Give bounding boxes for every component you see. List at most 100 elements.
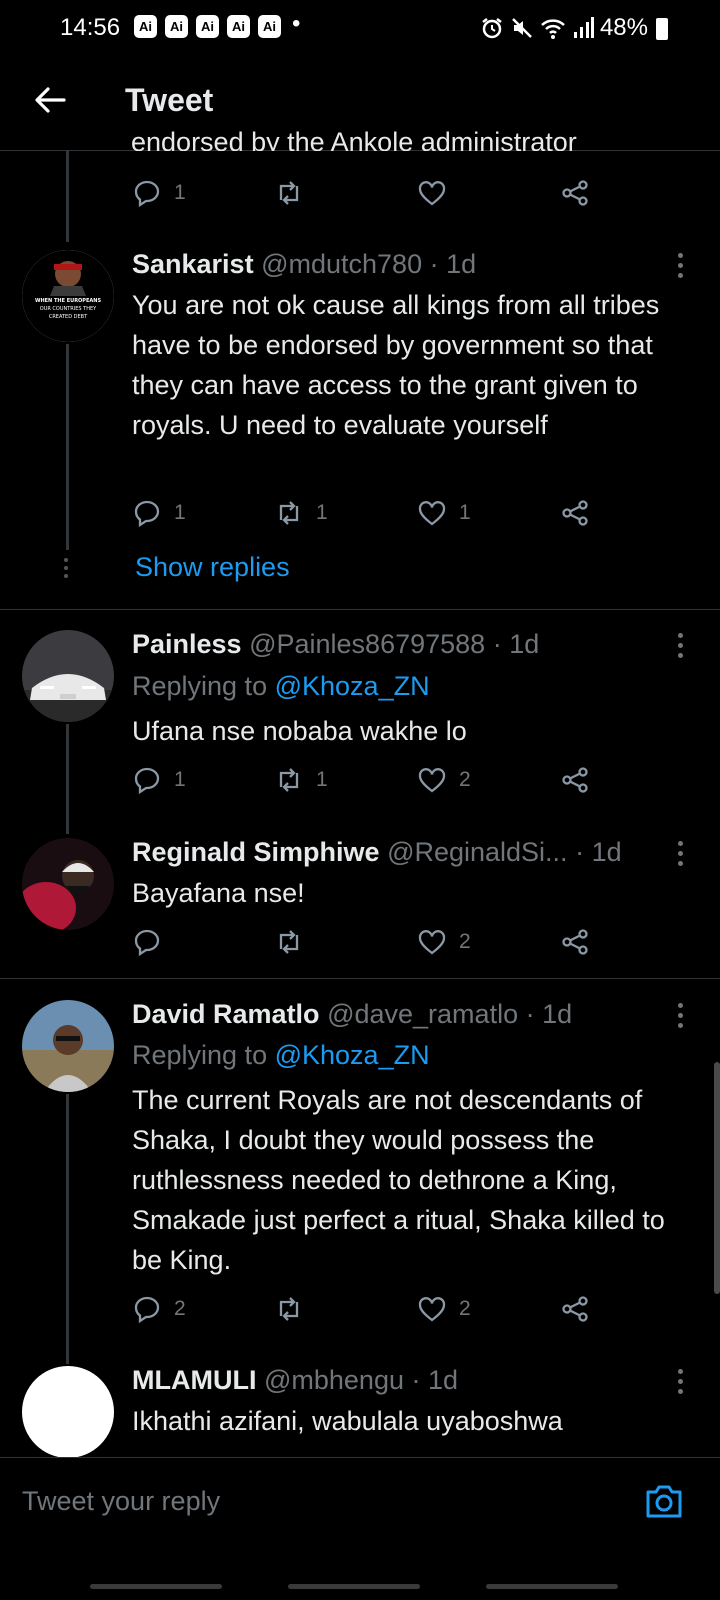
share-icon bbox=[562, 767, 588, 793]
avatar[interactable] bbox=[22, 838, 114, 930]
battery-icon bbox=[656, 18, 668, 40]
replying-to: Replying to @Khoza_ZN bbox=[132, 671, 430, 702]
retweet-button[interactable] bbox=[274, 178, 304, 208]
share-button[interactable] bbox=[560, 498, 590, 528]
retweet-button[interactable] bbox=[274, 1294, 304, 1324]
retweet-button[interactable] bbox=[274, 927, 304, 957]
divider bbox=[0, 978, 720, 979]
ai-badges: Ai Ai Ai Ai Ai bbox=[134, 15, 281, 38]
author-name[interactable]: Painless bbox=[132, 629, 242, 659]
author-name[interactable]: David Ramatlo bbox=[132, 999, 320, 1029]
share-button[interactable] bbox=[560, 765, 590, 795]
like-icon bbox=[418, 768, 446, 793]
tweet-time: · 1d bbox=[575, 837, 622, 867]
share-icon bbox=[562, 929, 588, 955]
reply-input[interactable]: Tweet your reply bbox=[22, 1486, 220, 1517]
author-handle[interactable]: @dave_ramatlo bbox=[327, 999, 518, 1029]
reply-icon bbox=[134, 767, 160, 795]
ai-badge: Ai bbox=[134, 15, 157, 38]
reply-count: 2 bbox=[174, 1297, 186, 1320]
show-replies-link[interactable]: Show replies bbox=[135, 552, 290, 583]
reply-button[interactable]: 1 bbox=[132, 765, 186, 795]
reply-count: 1 bbox=[174, 181, 186, 204]
tweet-text: You are not ok cause all kings from all … bbox=[132, 290, 660, 440]
status-icons: 48% bbox=[480, 14, 648, 42]
author-handle[interactable]: @Painles86797588 bbox=[249, 629, 485, 659]
like-button[interactable]: 2 bbox=[417, 765, 471, 795]
avatar-image bbox=[22, 1000, 114, 1092]
tweet-text: Ufana nse nobaba wakhe lo bbox=[132, 716, 467, 746]
ai-badge: Ai bbox=[258, 15, 281, 38]
like-count: 2 bbox=[459, 1297, 471, 1320]
tweet-text: Bayafana nse! bbox=[132, 878, 305, 908]
back-arrow-icon[interactable] bbox=[32, 82, 68, 118]
reply-button[interactable]: 1 bbox=[132, 498, 186, 528]
more-icon[interactable] bbox=[678, 1369, 684, 1399]
retweet-button[interactable]: 1 bbox=[274, 765, 328, 795]
like-button[interactable] bbox=[417, 178, 447, 208]
reply-button[interactable]: 1 bbox=[132, 178, 186, 208]
avatar-image bbox=[22, 630, 114, 722]
scrollbar[interactable] bbox=[714, 1062, 720, 1294]
avatar-image: WHEN THE EUROPEANS OUR COUNTRIES THEY CR… bbox=[22, 250, 114, 342]
author-name[interactable]: Sankarist bbox=[132, 249, 254, 279]
reply-button[interactable] bbox=[132, 927, 162, 957]
status-bar: 14:56 Ai Ai Ai Ai Ai • 48% bbox=[0, 0, 720, 56]
author-handle[interactable]: @mbhengu bbox=[264, 1365, 404, 1395]
avatar-caption: WHEN THE EUROPEANS bbox=[35, 298, 102, 304]
more-icon[interactable] bbox=[678, 633, 684, 663]
replying-to-label: Replying to bbox=[132, 671, 268, 701]
avatar[interactable] bbox=[22, 630, 114, 722]
nav-home[interactable] bbox=[288, 1584, 420, 1589]
like-button[interactable]: 2 bbox=[417, 1294, 471, 1324]
more-icon[interactable] bbox=[678, 253, 684, 283]
tweet-time: · 1d bbox=[492, 629, 540, 659]
ai-badge: Ai bbox=[196, 15, 219, 38]
replying-to-handle[interactable]: @Khoza_ZN bbox=[275, 671, 430, 701]
reply-icon bbox=[134, 929, 160, 957]
retweet-icon bbox=[279, 1297, 299, 1321]
share-button[interactable] bbox=[560, 178, 590, 208]
like-count: 2 bbox=[459, 930, 471, 953]
reply-icon bbox=[134, 1296, 160, 1324]
reply-composer[interactable]: Tweet your reply bbox=[0, 1457, 720, 1548]
author-handle[interactable]: @mdutch780 bbox=[261, 249, 422, 279]
like-icon bbox=[418, 501, 446, 526]
page-title: Tweet bbox=[125, 82, 214, 118]
tweet-actions: 1 1 2 bbox=[132, 765, 602, 799]
more-icon[interactable] bbox=[678, 1003, 684, 1033]
tweet-time: · 1d bbox=[525, 999, 573, 1029]
reply-button[interactable]: 2 bbox=[132, 1294, 186, 1324]
avatar[interactable] bbox=[22, 1000, 114, 1092]
status-time: 14:56 bbox=[60, 14, 121, 41]
nav-back[interactable] bbox=[486, 1584, 618, 1589]
retweet-count: 1 bbox=[316, 501, 328, 524]
retweet-count: 1 bbox=[316, 768, 328, 791]
like-icon bbox=[418, 930, 446, 955]
replying-to: Replying to @Khoza_ZN bbox=[132, 1040, 430, 1071]
more-icon[interactable] bbox=[678, 841, 684, 871]
author-name[interactable]: Reginald Simphiwe bbox=[132, 837, 380, 867]
author-handle[interactable]: @ReginaldSi... bbox=[387, 837, 568, 867]
alarm-icon bbox=[482, 18, 502, 39]
like-count: 2 bbox=[459, 768, 471, 791]
replying-to-handle[interactable]: @Khoza_ZN bbox=[275, 1040, 430, 1070]
tweet-actions: 2 bbox=[132, 927, 602, 961]
signal-icon bbox=[573, 17, 594, 38]
like-button[interactable]: 2 bbox=[417, 927, 471, 957]
tweet-header: Sankarist @mdutch780 · 1d bbox=[132, 249, 476, 280]
avatar[interactable]: WHEN THE EUROPEANS OUR COUNTRIES THEY CR… bbox=[22, 250, 114, 342]
partial-tweet-text: endorsed by the Ankole administrator bbox=[131, 127, 577, 151]
camera-icon[interactable] bbox=[644, 1482, 684, 1520]
like-count: 1 bbox=[459, 501, 471, 524]
reply-count: 1 bbox=[174, 768, 186, 791]
notification-dot: • bbox=[292, 10, 301, 37]
share-button[interactable] bbox=[560, 1294, 590, 1324]
like-button[interactable]: 1 bbox=[417, 498, 471, 528]
author-name[interactable]: MLAMULI bbox=[132, 1365, 256, 1395]
share-button[interactable] bbox=[560, 927, 590, 957]
retweet-button[interactable]: 1 bbox=[274, 498, 328, 528]
avatar[interactable] bbox=[22, 1366, 114, 1458]
nav-recents[interactable] bbox=[90, 1584, 222, 1589]
svg-text:OUR COUNTRIES THEY: OUR COUNTRIES THEY bbox=[40, 306, 97, 312]
